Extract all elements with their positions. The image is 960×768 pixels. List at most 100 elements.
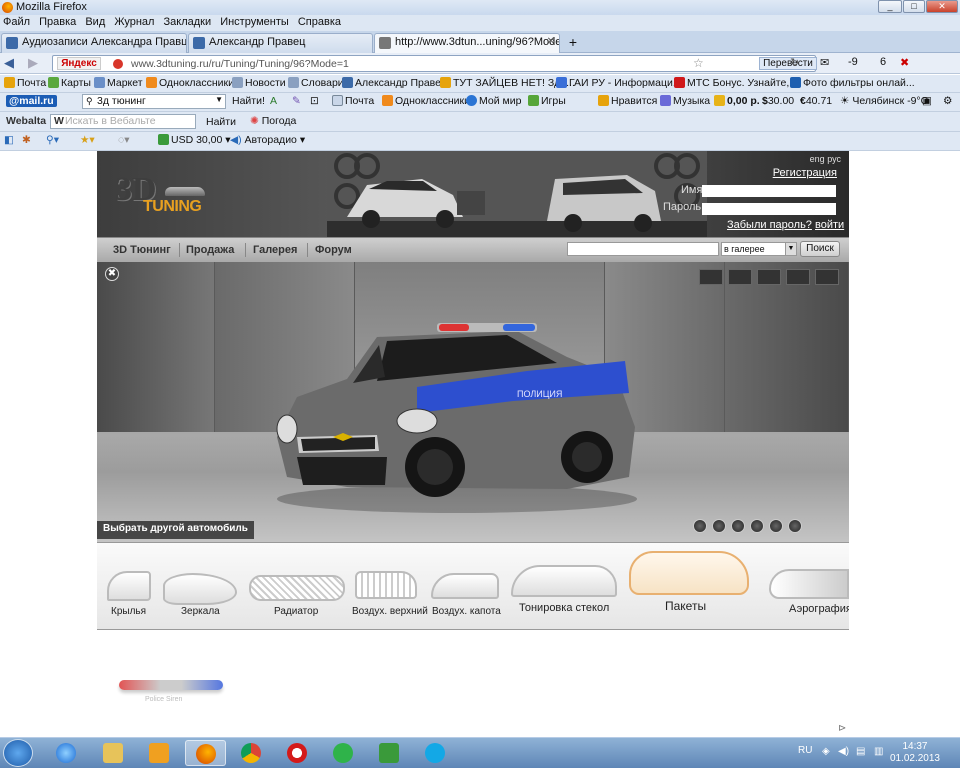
menu-edit[interactable]: Правка: [36, 15, 79, 29]
save-icon[interactable]: [788, 519, 802, 533]
compare-icon[interactable]: [728, 269, 752, 285]
part-roof-scoop[interactable]: Воздух. верхний: [352, 606, 428, 617]
close-viewer-icon[interactable]: ✖: [105, 267, 119, 281]
mailru-money[interactable]: 0,00 р.: [714, 95, 760, 107]
minimize-button[interactable]: _: [878, 0, 902, 13]
mailru-music-link[interactable]: Музыка: [660, 95, 710, 107]
menu-file[interactable]: Файл: [0, 15, 33, 29]
fender-part-image[interactable]: [107, 571, 151, 601]
mailru-likes-link[interactable]: Нравится: [598, 95, 657, 107]
login-link[interactable]: войти: [815, 219, 844, 231]
radiator-part-image[interactable]: [249, 575, 345, 601]
name-input[interactable]: [702, 185, 836, 197]
keyboard-language[interactable]: RU: [798, 745, 812, 756]
mailru-find-button[interactable]: Найти!: [232, 95, 265, 107]
taskbar-media[interactable]: [139, 740, 180, 766]
bookmark-news[interactable]: Новости: [232, 77, 286, 89]
bookmark-gai[interactable]: ГАИ РУ - Информаци...: [556, 77, 682, 89]
url-bar[interactable]: Яндекс www.3dtuning.ru/ru/Tuning/Tuning/…: [52, 55, 817, 72]
start-button[interactable]: [3, 739, 33, 767]
part-window-tint[interactable]: Тонировка стекол: [519, 602, 609, 614]
part-hood-scoop[interactable]: Воздух. капота: [432, 606, 501, 617]
chevron-down-icon[interactable]: ▼: [785, 243, 796, 255]
menu-history[interactable]: Журнал: [111, 15, 157, 29]
site-search-input[interactable]: [567, 242, 719, 256]
nav-3d-tuning[interactable]: 3D Тюнинг: [113, 244, 171, 256]
bookmark-ok[interactable]: Одноклассники: [146, 77, 234, 89]
weather-badge[interactable]: -9: [848, 56, 858, 68]
notification-badge[interactable]: 6: [880, 56, 886, 68]
taskbar-opera[interactable]: [277, 740, 318, 766]
part-airbrush[interactable]: Аэрография: [789, 603, 849, 615]
zoom-view-icon[interactable]: [750, 519, 764, 533]
webalta-weather[interactable]: ✺ Погода: [250, 115, 296, 127]
bookmark-zaycev[interactable]: ТУТ ЗАЙЦЕВ НЕТ! Зде...: [440, 77, 575, 89]
search-tool-icon[interactable]: ⚲▾: [46, 134, 59, 146]
rotate-left-icon[interactable]: [693, 519, 707, 533]
roof-scoop-part-image[interactable]: [355, 571, 417, 599]
bookmark-photo[interactable]: Фото фильтры онлай...: [790, 77, 915, 89]
favorite-star-icon[interactable]: ★▾: [80, 134, 95, 146]
tray-battery-icon[interactable]: ▥: [874, 746, 883, 757]
page-tool-icon[interactable]: ◧: [4, 134, 14, 146]
maximize-button[interactable]: □: [903, 0, 925, 13]
download-icon[interactable]: [769, 519, 783, 533]
password-input[interactable]: [702, 203, 836, 215]
mail-icon[interactable]: ✉: [820, 56, 829, 69]
tray-network-icon[interactable]: ▤: [856, 746, 865, 757]
tool-icon[interactable]: ✖: [900, 56, 909, 69]
mirror-part-image[interactable]: [163, 573, 237, 605]
search-scope-select[interactable]: в галерее ▼: [721, 242, 797, 256]
part-packages[interactable]: Пакеты: [665, 599, 706, 613]
logo-tuning[interactable]: TUNING: [143, 198, 202, 216]
bookmark-mts[interactable]: МТС Бонус. Узнайте, ...: [674, 77, 801, 89]
chevron-down-icon[interactable]: ▼: [215, 95, 223, 104]
font-icon[interactable]: A: [270, 95, 277, 107]
taskbar-utorrent[interactable]: [369, 740, 410, 766]
bookmark-mail[interactable]: Почта: [4, 77, 46, 89]
taskbar-explorer[interactable]: [93, 740, 134, 766]
choose-car-link[interactable]: Выбрать другой автомобиль: [97, 521, 254, 539]
mailru-weather[interactable]: ☀ Челябинск -9°C: [840, 95, 928, 107]
mailru-ok-link[interactable]: Одноклассники: [382, 95, 470, 107]
taskbar-mailru-agent[interactable]: [323, 740, 364, 766]
settings-gear-icon[interactable]: ⚙: [943, 95, 952, 107]
new-tab-button[interactable]: +: [563, 34, 583, 52]
webalta-find-button[interactable]: Найти: [206, 116, 236, 128]
menu-tools[interactable]: Инструменты: [217, 15, 292, 29]
mailru-usd[interactable]: $30.00: [762, 95, 794, 107]
rotate-right-icon[interactable]: [731, 519, 745, 533]
mailru-mail-link[interactable]: Почта: [332, 95, 374, 107]
taskbar-ie[interactable]: [46, 740, 87, 766]
tab-audio[interactable]: Аудиозаписи Александра Правца | ...: [1, 33, 187, 53]
pencil-icon[interactable]: ✎: [292, 95, 301, 107]
back-icon[interactable]: ◀: [4, 55, 14, 71]
part-mirrors[interactable]: Зеркала: [181, 606, 220, 617]
mailru-myworld-link[interactable]: Мой мир: [466, 95, 521, 107]
menu-view[interactable]: Вид: [82, 15, 108, 29]
tint-part-image[interactable]: [511, 565, 617, 597]
taskbar-skype[interactable]: [415, 740, 456, 766]
airbrush-part-image[interactable]: [769, 569, 849, 599]
mailru-games-link[interactable]: Игры: [528, 95, 566, 107]
system-clock[interactable]: 14:37 01.02.2013: [890, 741, 940, 765]
bookmark-dict[interactable]: Словари: [288, 77, 344, 89]
site-search-button[interactable]: Поиск: [800, 241, 840, 257]
close-button[interactable]: ✕: [926, 0, 958, 13]
nav-gallery[interactable]: Галерея: [253, 244, 297, 256]
bookmark-maps[interactable]: Карты: [48, 77, 91, 89]
mailru-search-input[interactable]: ⚲ 3д тюнинг ▼: [82, 94, 226, 109]
yandex-logo[interactable]: Яндекс: [57, 57, 101, 70]
language-switch[interactable]: eng рус: [810, 154, 841, 164]
mailru-extra-icon[interactable]: ▣: [922, 95, 932, 107]
tab-profile[interactable]: Александр Правец: [188, 33, 373, 53]
translate-button[interactable]: Перевести: [759, 57, 817, 70]
car-3d-viewer[interactable]: ПОЛИЦИЯ ✖ Выбрать другой автомобиль: [97, 262, 849, 542]
star-icon[interactable]: ☆: [693, 56, 704, 70]
forgot-password-link[interactable]: Забыли пароль?: [727, 219, 812, 231]
taskbar-firefox[interactable]: [185, 740, 226, 766]
tab-3dtuning[interactable]: http://www.3dtun...uning/96?Mode=1 ✕: [374, 33, 560, 53]
cookie-icon[interactable]: ✱: [22, 134, 31, 146]
chat-icon[interactable]: ◌▾: [118, 134, 130, 146]
zoom-icon[interactable]: ⊡: [310, 95, 319, 107]
